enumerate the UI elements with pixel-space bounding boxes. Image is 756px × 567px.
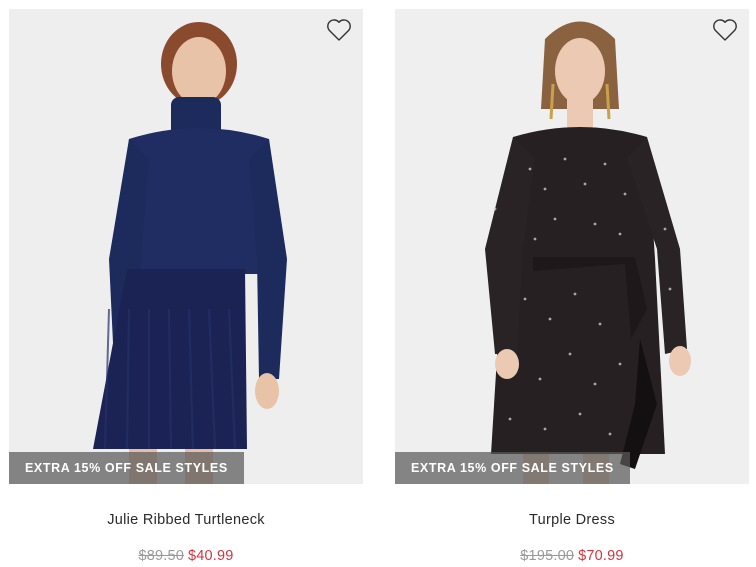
- heart-icon: [326, 18, 352, 42]
- wishlist-button[interactable]: [325, 17, 353, 43]
- product-price: $89.50 $40.99: [9, 548, 363, 564]
- sale-price: $70.99: [578, 548, 624, 564]
- heart-icon: [712, 18, 738, 42]
- sale-price: $40.99: [188, 548, 234, 564]
- product-card[interactable]: EXTRA 15% OFF SALE STYLES Turple Dress $…: [395, 0, 749, 567]
- product-price: $195.00 $70.99: [395, 548, 749, 564]
- product-image[interactable]: EXTRA 15% OFF SALE STYLES: [9, 9, 363, 484]
- product-card[interactable]: EXTRA 15% OFF SALE STYLES Julie Ribbed T…: [9, 0, 363, 567]
- original-price: $195.00: [520, 548, 575, 564]
- promo-badge: EXTRA 15% OFF SALE STYLES: [395, 452, 630, 484]
- original-price: $89.50: [138, 548, 184, 564]
- promo-badge: EXTRA 15% OFF SALE STYLES: [9, 452, 244, 484]
- product-name[interactable]: Turple Dress: [395, 512, 749, 528]
- product-image[interactable]: EXTRA 15% OFF SALE STYLES: [395, 9, 749, 484]
- product-name[interactable]: Julie Ribbed Turtleneck: [9, 512, 363, 528]
- wishlist-button[interactable]: [711, 17, 739, 43]
